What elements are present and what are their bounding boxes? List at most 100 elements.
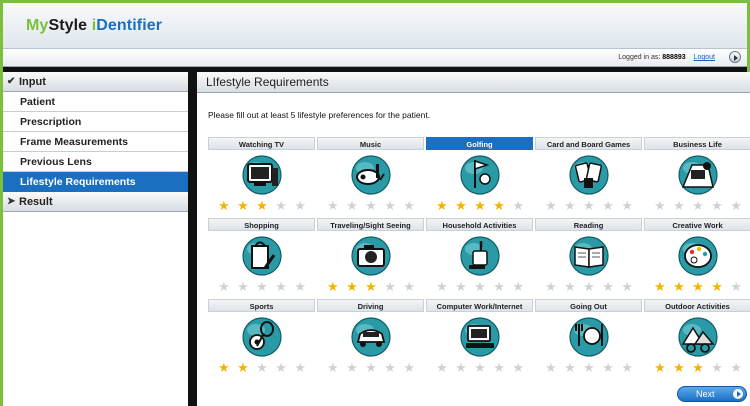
star-icon[interactable]: ★ bbox=[493, 199, 505, 213]
star-icon[interactable]: ★ bbox=[327, 361, 339, 375]
star-icon[interactable]: ★ bbox=[403, 199, 415, 213]
star-icon[interactable]: ★ bbox=[218, 199, 230, 213]
star-icon[interactable]: ★ bbox=[564, 280, 576, 294]
star-icon[interactable]: ★ bbox=[583, 199, 595, 213]
star-icon[interactable]: ★ bbox=[654, 280, 666, 294]
star-icon[interactable]: ★ bbox=[621, 361, 633, 375]
sidebar-item-patient[interactable]: Patient bbox=[3, 92, 188, 112]
star-icon[interactable]: ★ bbox=[275, 199, 287, 213]
lifestyle-card-household-activities[interactable]: Household Activities ★ ★ ★ ★ ★ bbox=[426, 218, 533, 299]
star-icon[interactable]: ★ bbox=[455, 280, 467, 294]
lifestyle-card-business-life[interactable]: Business Life ★ ★ ★ ★ ★ bbox=[644, 137, 750, 218]
star-icon[interactable]: ★ bbox=[275, 280, 287, 294]
star-icon[interactable]: ★ bbox=[294, 199, 306, 213]
star-icon[interactable]: ★ bbox=[436, 280, 448, 294]
lifestyle-card-music[interactable]: Music ★ ★ ★ ★ ★ bbox=[317, 137, 424, 218]
star-icon[interactable]: ★ bbox=[294, 361, 306, 375]
star-icon[interactable]: ★ bbox=[730, 361, 742, 375]
star-icon[interactable]: ★ bbox=[711, 199, 723, 213]
star-icon[interactable]: ★ bbox=[474, 361, 486, 375]
star-icon[interactable]: ★ bbox=[583, 280, 595, 294]
sidebar-item-prescription[interactable]: Prescription bbox=[3, 112, 188, 132]
star-icon[interactable]: ★ bbox=[493, 361, 505, 375]
star-icon[interactable]: ★ bbox=[455, 361, 467, 375]
star-icon[interactable]: ★ bbox=[711, 361, 723, 375]
lifestyle-card-going-out[interactable]: Going Out ★ ★ ★ ★ ★ bbox=[535, 299, 642, 380]
star-icon[interactable]: ★ bbox=[512, 361, 524, 375]
star-icon[interactable]: ★ bbox=[602, 199, 614, 213]
sidebar-item-frame-measurements[interactable]: Frame Measurements bbox=[3, 132, 188, 152]
star-icon[interactable]: ★ bbox=[673, 199, 685, 213]
star-icon[interactable]: ★ bbox=[512, 280, 524, 294]
star-icon[interactable]: ★ bbox=[692, 280, 704, 294]
star-icon[interactable]: ★ bbox=[384, 280, 396, 294]
lifestyle-card-creative-work[interactable]: Creative Work ★ ★ ★ ★ ★ bbox=[644, 218, 750, 299]
star-icon[interactable]: ★ bbox=[237, 361, 249, 375]
star-icon[interactable]: ★ bbox=[365, 361, 377, 375]
sidebar-item-previous-lens[interactable]: Previous Lens bbox=[3, 152, 188, 172]
star-icon[interactable]: ★ bbox=[327, 280, 339, 294]
star-icon[interactable]: ★ bbox=[654, 361, 666, 375]
star-icon[interactable]: ★ bbox=[365, 199, 377, 213]
star-icon[interactable]: ★ bbox=[654, 199, 666, 213]
star-icon[interactable]: ★ bbox=[403, 361, 415, 375]
star-icon[interactable]: ★ bbox=[673, 361, 685, 375]
lifestyle-card-computer-work-internet[interactable]: Computer Work/Internet ★ ★ ★ ★ ★ bbox=[426, 299, 533, 380]
next-button[interactable]: Next bbox=[677, 386, 747, 402]
star-icon[interactable]: ★ bbox=[455, 199, 467, 213]
star-icon[interactable]: ★ bbox=[237, 199, 249, 213]
star-icon[interactable]: ★ bbox=[327, 199, 339, 213]
star-icon[interactable]: ★ bbox=[256, 280, 268, 294]
lifestyle-card-golfing[interactable]: Golfing ★ ★ ★ ★ ★ bbox=[426, 137, 533, 218]
star-icon[interactable]: ★ bbox=[583, 361, 595, 375]
sidebar-item-lifestyle-requirements[interactable]: Lifestyle Requirements bbox=[3, 172, 188, 192]
star-icon[interactable]: ★ bbox=[256, 361, 268, 375]
star-icon[interactable]: ★ bbox=[602, 280, 614, 294]
star-icon[interactable]: ★ bbox=[621, 280, 633, 294]
star-icon[interactable]: ★ bbox=[346, 199, 358, 213]
star-icon[interactable]: ★ bbox=[294, 280, 306, 294]
star-icon[interactable]: ★ bbox=[346, 280, 358, 294]
star-icon[interactable]: ★ bbox=[346, 361, 358, 375]
star-icon[interactable]: ★ bbox=[436, 361, 448, 375]
star-icon[interactable]: ★ bbox=[493, 280, 505, 294]
lifestyle-card-shopping[interactable]: Shopping ★ ★ ★ ★ ★ bbox=[208, 218, 315, 299]
logout-link[interactable]: Logout bbox=[694, 54, 715, 61]
sidebar-section-input[interactable]: ✔ Input bbox=[3, 72, 188, 92]
lifestyle-card-driving[interactable]: Driving ★ ★ ★ ★ ★ bbox=[317, 299, 424, 380]
star-icon[interactable]: ★ bbox=[692, 199, 704, 213]
star-icon[interactable]: ★ bbox=[564, 199, 576, 213]
star-icon[interactable]: ★ bbox=[730, 199, 742, 213]
sidebar-section-result[interactable]: ➤ Result bbox=[3, 192, 188, 212]
star-icon[interactable]: ★ bbox=[256, 199, 268, 213]
star-icon[interactable]: ★ bbox=[692, 361, 704, 375]
star-icon[interactable]: ★ bbox=[512, 199, 524, 213]
star-icon[interactable]: ★ bbox=[365, 280, 377, 294]
star-icon[interactable]: ★ bbox=[545, 280, 557, 294]
star-icon[interactable]: ★ bbox=[474, 280, 486, 294]
lifestyle-card-reading[interactable]: Reading ★ ★ ★ ★ ★ bbox=[535, 218, 642, 299]
lifestyle-card-card-and-board-games[interactable]: Card and Board Games ★ ★ ★ ★ ★ bbox=[535, 137, 642, 218]
star-icon[interactable]: ★ bbox=[673, 280, 685, 294]
forward-arrow-icon[interactable] bbox=[729, 51, 741, 63]
lifestyle-card-watching-tv[interactable]: Watching TV ★ ★ ★ ★ ★ bbox=[208, 137, 315, 218]
star-icon[interactable]: ★ bbox=[545, 199, 557, 213]
star-icon[interactable]: ★ bbox=[218, 280, 230, 294]
star-icon[interactable]: ★ bbox=[403, 280, 415, 294]
lifestyle-card-outdoor-activities[interactable]: Outdoor Activities ★ ★ ★ ★ ★ bbox=[644, 299, 750, 380]
star-icon[interactable]: ★ bbox=[384, 199, 396, 213]
star-icon[interactable]: ★ bbox=[474, 199, 486, 213]
star-icon[interactable]: ★ bbox=[237, 280, 249, 294]
star-icon[interactable]: ★ bbox=[711, 280, 723, 294]
star-icon[interactable]: ★ bbox=[218, 361, 230, 375]
star-icon[interactable]: ★ bbox=[545, 361, 557, 375]
star-icon[interactable]: ★ bbox=[621, 199, 633, 213]
lifestyle-card-sports[interactable]: Sports ★ ★ ★ ★ ★ bbox=[208, 299, 315, 380]
star-icon[interactable]: ★ bbox=[730, 280, 742, 294]
star-icon[interactable]: ★ bbox=[602, 361, 614, 375]
lifestyle-card-traveling-sight-seeing[interactable]: Traveling/Sight Seeing ★ ★ ★ ★ ★ bbox=[317, 218, 424, 299]
star-icon[interactable]: ★ bbox=[436, 199, 448, 213]
star-icon[interactable]: ★ bbox=[564, 361, 576, 375]
star-icon[interactable]: ★ bbox=[275, 361, 287, 375]
star-icon[interactable]: ★ bbox=[384, 361, 396, 375]
